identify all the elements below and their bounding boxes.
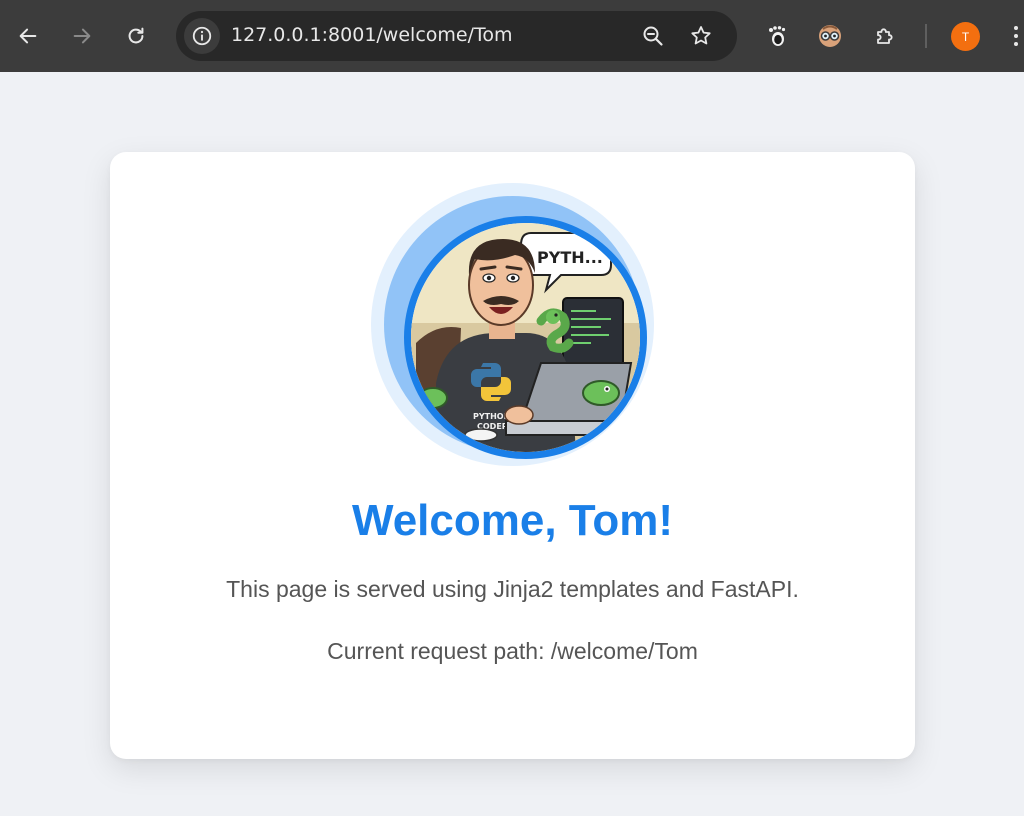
- zoom-button[interactable]: [641, 24, 665, 48]
- speech-bubble-text: PYTH...: [537, 248, 603, 267]
- forward-button[interactable]: [64, 18, 100, 54]
- info-icon: [192, 26, 212, 46]
- profile-avatar[interactable]: T: [951, 22, 980, 51]
- extension-gnome-button[interactable]: [762, 22, 790, 50]
- reload-icon: [128, 27, 144, 44]
- avatar-halo: PYTH... PYTHON CODER: [371, 183, 654, 466]
- owl-glasses-icon: [819, 25, 841, 47]
- python-coder-avatar-image: PYTH... PYTHON CODER: [411, 223, 640, 452]
- extension-owl-button[interactable]: [816, 22, 844, 50]
- arrow-left-icon: [19, 28, 37, 44]
- url-text[interactable]: 127.0.0.1:8001/welcome/Tom: [231, 24, 513, 46]
- reload-button[interactable]: [118, 18, 154, 54]
- arrow-right-icon: [73, 28, 91, 44]
- bookmark-button[interactable]: [689, 24, 713, 48]
- kebab-menu-icon[interactable]: [1008, 22, 1024, 50]
- page-description: This page is served using Jinja2 templat…: [226, 576, 799, 602]
- puzzle-icon: [877, 28, 893, 44]
- welcome-card: PYTH... PYTHON CODER Welcome, Tom! This …: [110, 152, 915, 759]
- site-info-button[interactable]: [184, 18, 220, 54]
- back-button[interactable]: [10, 18, 46, 54]
- star-icon: [691, 26, 711, 45]
- address-bar[interactable]: 127.0.0.1:8001/welcome/Tom: [176, 11, 737, 61]
- page-title: Welcome, Tom!: [351, 496, 674, 545]
- extensions-button[interactable]: [871, 22, 899, 50]
- request-path-text: Current request path: /welcome/Tom: [327, 638, 698, 664]
- zoom-icon: [643, 26, 663, 46]
- toolbar-separator: [925, 24, 927, 48]
- gnome-foot-icon: [769, 26, 786, 46]
- browser-toolbar: 127.0.0.1:8001/welcome/Tom T: [0, 0, 1024, 72]
- avatar: PYTH... PYTHON CODER: [411, 223, 640, 452]
